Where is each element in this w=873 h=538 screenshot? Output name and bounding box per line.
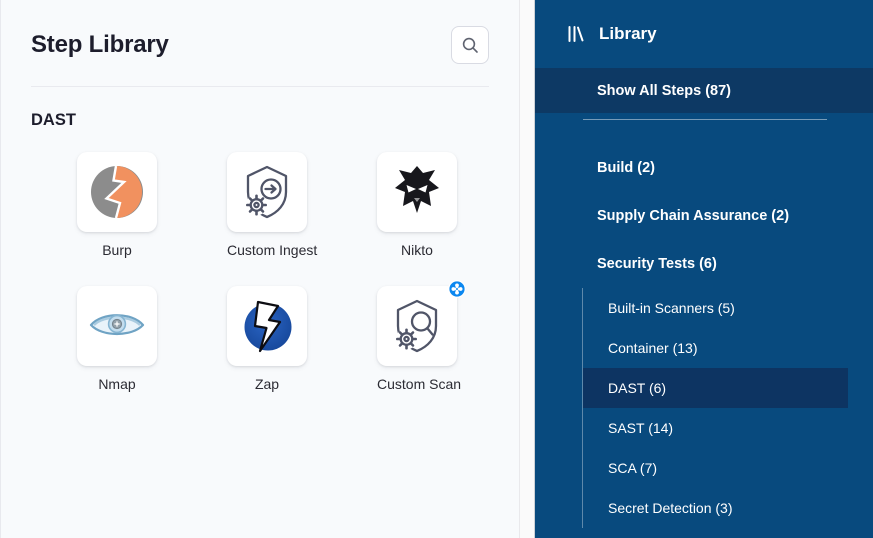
tool-label: Custom Ingest xyxy=(227,241,307,260)
subcategory-dast[interactable]: DAST (6) xyxy=(583,368,848,408)
search-button[interactable] xyxy=(451,26,489,64)
panel-gap-divider xyxy=(519,0,535,538)
header-divider xyxy=(31,86,489,87)
category-supply-chain-assurance[interactable]: Supply Chain Assurance (2) xyxy=(535,192,873,240)
security-tests-subcategory-list: Built-in Scanners (5) Container (13) DAS… xyxy=(582,288,848,528)
page-title: Step Library xyxy=(31,31,169,59)
subcategory-container[interactable]: Container (13) xyxy=(583,328,848,368)
sidebar-title: Library xyxy=(599,24,657,44)
subcategory-sast[interactable]: SAST (14) xyxy=(583,408,848,448)
tool-card-nikto[interactable] xyxy=(377,152,457,232)
tool-card-zap[interactable] xyxy=(227,286,307,366)
tool-card-custom-scan[interactable] xyxy=(377,286,457,366)
tool-nikto: Nikto xyxy=(377,152,457,260)
step-library-header: Step Library xyxy=(1,0,519,64)
tool-label: Burp xyxy=(77,241,157,260)
subcategory-sca[interactable]: SCA (7) xyxy=(583,448,848,488)
tool-custom-ingest: Custom Ingest xyxy=(227,152,307,260)
plugin-badge-icon xyxy=(448,280,466,298)
section-heading-dast: DAST xyxy=(31,111,489,130)
subcategory-built-in-scanners[interactable]: Built-in Scanners (5) xyxy=(583,288,848,328)
tool-card-custom-ingest[interactable] xyxy=(227,152,307,232)
tool-burp: Burp xyxy=(77,152,157,260)
tool-label: Nmap xyxy=(77,375,157,394)
sidebar-divider xyxy=(583,119,827,120)
tool-zap: Zap xyxy=(227,286,307,394)
tool-nmap: Nmap xyxy=(77,286,157,394)
subcategory-secret-detection[interactable]: Secret Detection (3) xyxy=(583,488,848,528)
show-all-steps-item[interactable]: Show All Steps (87) xyxy=(535,68,873,113)
library-sidebar: Library Show All Steps (87) Build (2) Su… xyxy=(535,0,873,538)
tool-label: Custom Scan xyxy=(377,375,457,394)
category-security-tests[interactable]: Security Tests (6) xyxy=(535,240,873,288)
tool-label: Nikto xyxy=(377,241,457,260)
tools-grid: Burp xyxy=(77,152,519,394)
tool-card-burp[interactable] xyxy=(77,152,157,232)
custom-ingest-icon xyxy=(235,160,299,224)
search-icon xyxy=(460,35,480,55)
tool-custom-scan: Custom Scan xyxy=(377,286,457,394)
tool-label: Zap xyxy=(227,375,307,394)
nmap-logo-icon xyxy=(85,294,149,358)
category-build[interactable]: Build (2) xyxy=(535,144,873,192)
library-books-icon xyxy=(565,24,585,44)
burp-logo-icon xyxy=(85,160,149,224)
zap-logo-icon xyxy=(235,294,299,358)
custom-scan-icon xyxy=(385,294,449,358)
step-library-panel: Step Library DAST xyxy=(0,0,519,538)
library-sidebar-header: Library xyxy=(535,0,873,68)
nikto-logo-icon xyxy=(385,160,449,224)
tool-card-nmap[interactable] xyxy=(77,286,157,366)
category-list: Build (2) Supply Chain Assurance (2) Sec… xyxy=(535,144,873,288)
